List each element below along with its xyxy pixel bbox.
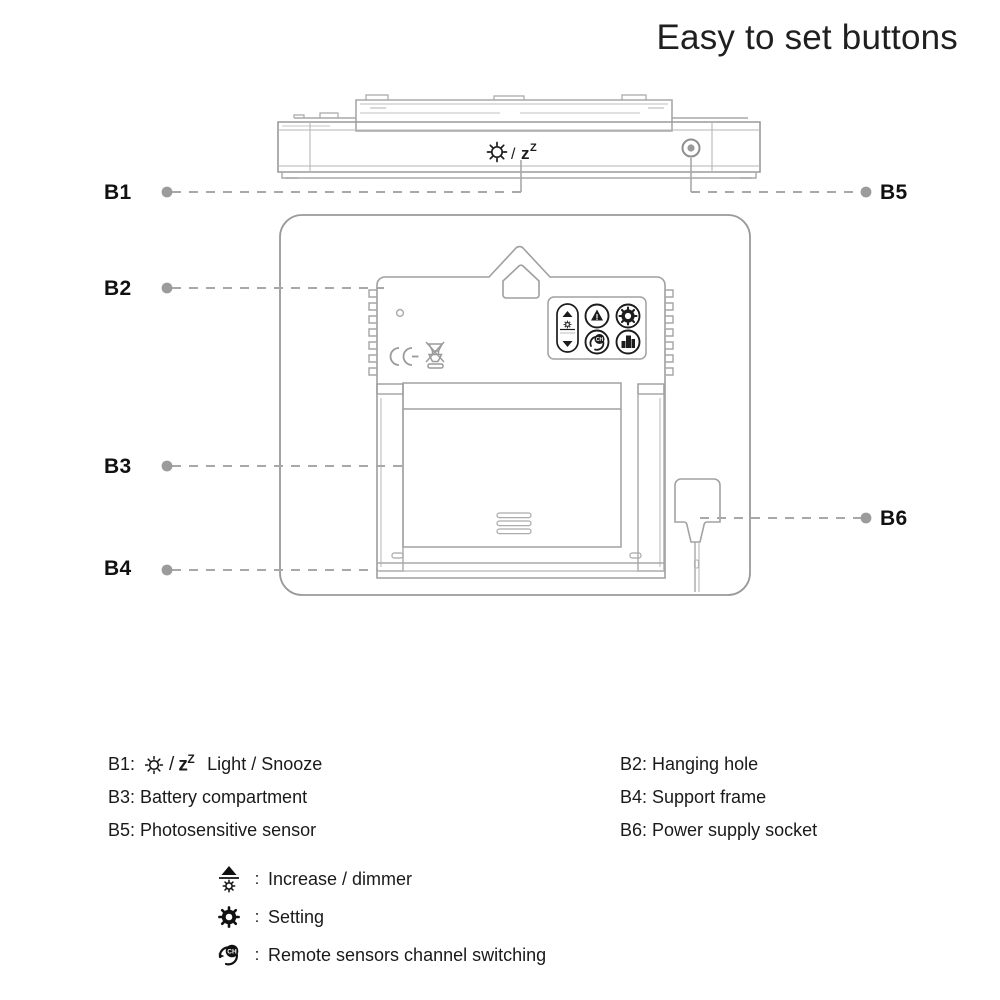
legend-colon: : <box>254 907 260 926</box>
top-view-slash: / <box>511 146 516 163</box>
legend-item-b2: B2: Hanging hole <box>620 748 990 781</box>
legend: B1: / zZ Light / Snooze B3: Battery comp… <box>0 748 1000 988</box>
legend-channel-switch-text: Remote sensors channel switching <box>268 944 547 965</box>
legend-b1-separator: / <box>169 753 175 775</box>
legend-setting-text: Setting <box>268 906 325 927</box>
ce-mark-icon <box>389 347 419 366</box>
sun-icon <box>143 754 165 776</box>
legend-b1-text: Light / Snooze <box>207 754 323 774</box>
dot-b5 <box>860 186 872 198</box>
dot-b4 <box>161 564 173 576</box>
legend-b3-text: B3: Battery compartment <box>108 787 308 807</box>
legend-icon-channel-switch: CH : Remote sensors channel switching <box>212 936 546 974</box>
legend-b2-text: B2: Hanging hole <box>620 754 759 774</box>
dot-b6 <box>860 512 872 524</box>
callout-label-b6: B6 <box>880 507 908 530</box>
channel-switch-button[interactable]: CH <box>584 329 610 355</box>
legend-item-b1: B1: / zZ Light / Snooze <box>108 748 578 781</box>
dot-b1 <box>161 186 173 198</box>
back-panel-ribs-right <box>665 289 674 376</box>
rocker-button[interactable] <box>556 303 579 353</box>
callout-label-b3: B3 <box>104 455 132 478</box>
legend-item-b3: B3: Battery compartment <box>108 781 578 814</box>
photosensitive-sensor-icon <box>681 138 701 158</box>
device-top-view <box>277 94 761 179</box>
svg-text:CH: CH <box>596 337 604 343</box>
legend-column-right: B2: Hanging hole B4: Support frame B6: P… <box>620 748 990 847</box>
legend-b1-key: B1: <box>108 754 136 774</box>
legend-increase-dimmer-text: Increase / dimmer <box>268 868 413 889</box>
dimmer-sun-icon <box>563 320 572 329</box>
dot-b2 <box>161 282 173 294</box>
top-view-snooze-z: z <box>521 144 530 163</box>
top-view-light-snooze-marking <box>486 141 508 163</box>
back-panel-ribs-left <box>368 289 377 376</box>
channel-switch-icon: CH <box>212 941 246 969</box>
legend-item-b6: B6: Power supply socket <box>620 814 990 847</box>
support-foot-right <box>629 552 642 559</box>
increase-dimmer-icon <box>212 863 246 895</box>
city-setting-button[interactable] <box>615 329 641 355</box>
legend-b6-text: B6: Power supply socket <box>620 820 818 840</box>
callout-label-b4: B4 <box>104 557 132 580</box>
alert-button[interactable] <box>584 303 610 329</box>
increase-arrow-icon <box>562 311 573 317</box>
battery-compartment <box>402 382 622 548</box>
legend-icon-setting: : Setting <box>212 898 546 936</box>
top-view-snooze-z-sup: Z <box>530 142 537 154</box>
dot-b3 <box>161 460 173 472</box>
legend-colon: : <box>254 945 260 964</box>
svg-text:CH: CH <box>227 948 237 955</box>
power-supply-socket <box>674 478 721 592</box>
callout-label-b5: B5 <box>880 181 908 204</box>
setting-gear-button[interactable] <box>615 303 641 329</box>
gear-icon <box>212 904 246 930</box>
callout-label-b2: B2 <box>104 277 132 300</box>
legend-icons-left: : Increase / dimmer: Setting CH: Remot… <box>212 860 546 974</box>
device-back-view <box>279 214 751 596</box>
support-foot-left <box>391 552 404 559</box>
snooze-icon: zZ <box>178 752 195 776</box>
legend-b5-text: B5: Photosensitive sensor <box>108 820 317 840</box>
screw-hole <box>395 308 405 318</box>
legend-icon-increase-dimmer: : Increase / dimmer <box>212 860 546 898</box>
legend-item-b5: B5: Photosensitive sensor <box>108 814 578 847</box>
decrease-arrow-icon <box>562 341 573 347</box>
legend-b4-text: B4: Support frame <box>620 787 767 807</box>
battery-door-grip <box>496 512 532 535</box>
callout-label-b1: B1 <box>104 181 132 204</box>
legend-column-left: B1: / zZ Light / Snooze B3: Battery comp… <box>108 748 578 966</box>
legend-colon: : <box>254 869 260 888</box>
legend-item-b4: B4: Support frame <box>620 781 990 814</box>
hanging-hole <box>502 264 540 299</box>
weee-icon <box>425 341 445 369</box>
